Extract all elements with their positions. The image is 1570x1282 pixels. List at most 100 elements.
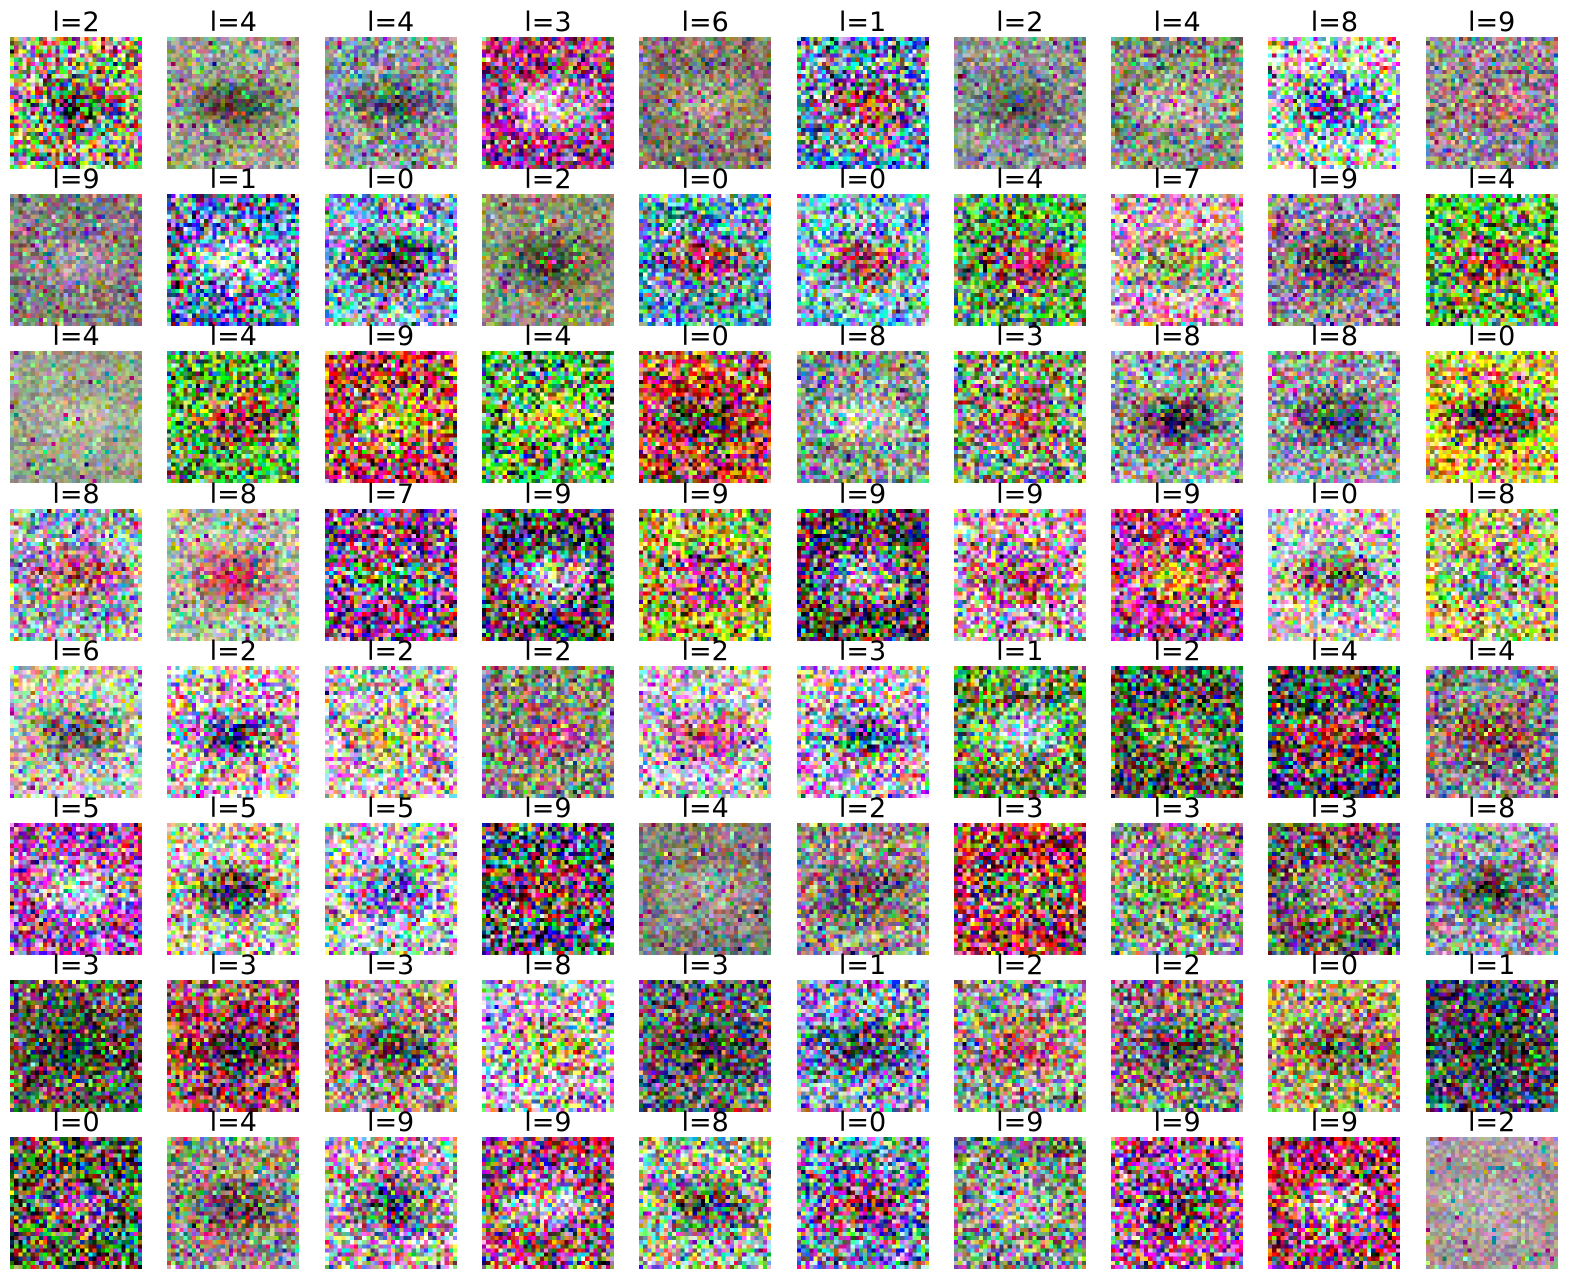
thumbnail-label: l=1 [209, 164, 257, 196]
thumbnail-image [1268, 37, 1401, 169]
thumbnail-image [639, 508, 772, 641]
thumbnail-cell: l=3 [167, 949, 300, 1113]
thumbnail-image [1111, 351, 1244, 484]
thumbnail-label: l=3 [996, 321, 1044, 353]
thumbnail-label: l=1 [838, 7, 887, 38]
thumbnail-label: l=2 [524, 635, 572, 667]
thumbnail-image [953, 980, 1086, 1113]
thumbnail-cell: l=8 [1425, 792, 1558, 955]
thumbnail-cell: l=4 [167, 6, 300, 169]
thumbnail-image [324, 351, 457, 484]
thumbnail-cell: l=4 [953, 163, 1086, 327]
thumbnail-image [481, 194, 614, 327]
thumbnail-cell: l=8 [167, 478, 300, 641]
thumbnail-cell: l=4 [639, 792, 772, 955]
thumbnail-image [953, 194, 1086, 327]
thumbnail-label: l=9 [524, 478, 572, 510]
thumbnail-label: l=9 [996, 1107, 1044, 1139]
thumbnail-label: l=2 [52, 7, 100, 38]
thumbnail-cell: l=0 [324, 163, 457, 327]
thumbnail-label: l=8 [1310, 321, 1359, 353]
thumbnail-label: l=4 [209, 7, 257, 38]
thumbnail-cell: l=2 [481, 163, 614, 327]
thumbnail-image [10, 980, 142, 1113]
thumbnail-image [796, 508, 929, 641]
thumbnail-image [1111, 37, 1244, 169]
thumbnail-label: l=8 [524, 950, 572, 982]
thumbnail-cell: l=4 [324, 6, 457, 169]
thumbnail-cell: l=8 [1425, 478, 1558, 641]
thumbnail-label: l=9 [524, 793, 572, 824]
thumbnail-image [1268, 823, 1401, 955]
thumbnail-label: l=2 [996, 7, 1044, 38]
thumbnail-label: l=0 [838, 1107, 887, 1139]
thumbnail-image [796, 823, 929, 955]
thumbnail-image [639, 665, 772, 798]
thumbnail-cell: l=5 [324, 792, 457, 955]
thumbnail-image [1111, 823, 1244, 955]
thumbnail-label: l=1 [838, 950, 887, 982]
thumbnail-cell: l=4 [1111, 6, 1244, 169]
thumbnail-image [167, 665, 300, 798]
thumbnail-image [167, 508, 300, 641]
thumbnail-label: l=9 [366, 321, 415, 353]
thumbnail-cell: l=0 [1425, 320, 1558, 484]
thumbnail-image [1425, 823, 1558, 955]
thumbnail-image [10, 37, 142, 169]
thumbnail-label: l=5 [366, 793, 415, 824]
thumbnail-cell: l=3 [324, 949, 457, 1113]
thumbnail-image [796, 37, 929, 169]
thumbnail-cell: l=8 [639, 1106, 772, 1270]
thumbnail-label: l=2 [996, 950, 1044, 982]
thumbnail-cell: l=4 [167, 320, 300, 484]
thumbnail-label: l=9 [996, 478, 1044, 510]
thumbnail-label: l=4 [681, 793, 729, 824]
thumbnail-label: l=9 [1310, 1107, 1359, 1139]
thumbnail-cell: l=2 [639, 635, 772, 798]
thumbnail-cell: l=0 [796, 163, 929, 327]
thumbnail-image [167, 37, 300, 169]
thumbnail-label: l=4 [1468, 164, 1516, 196]
thumbnail-cell: l=2 [1425, 1106, 1558, 1270]
thumbnail-label: l=3 [366, 950, 415, 982]
thumbnail-cell: l=9 [1268, 163, 1401, 327]
thumbnail-label: l=2 [366, 635, 415, 667]
thumbnail-cell: l=0 [1268, 478, 1401, 641]
thumbnail-label: l=4 [209, 1107, 257, 1139]
thumbnail-label: l=0 [681, 321, 729, 353]
thumbnail-image [1268, 1137, 1401, 1270]
thumbnail-cell: l=1 [796, 949, 929, 1113]
thumbnail-label: l=3 [996, 793, 1044, 824]
thumbnail-cell: l=0 [639, 163, 772, 327]
thumbnail-cell: l=8 [1111, 320, 1244, 484]
thumbnail-label: l=8 [1468, 478, 1516, 510]
thumbnail-cell: l=5 [167, 792, 300, 955]
thumbnail-image [10, 823, 142, 955]
thumbnail-cell: l=7 [1111, 163, 1244, 327]
thumbnail-image [1111, 508, 1244, 641]
thumbnail-label: l=1 [996, 635, 1044, 667]
thumbnail-cell: l=3 [639, 949, 772, 1113]
thumbnail-label: l=8 [681, 1107, 729, 1139]
thumbnail-image [167, 823, 300, 955]
thumbnail-label: l=8 [1153, 321, 1201, 353]
thumbnail-image [10, 194, 142, 327]
thumbnail-image [481, 980, 614, 1113]
thumbnail-label: l=6 [52, 635, 100, 667]
thumbnail-label: l=3 [524, 7, 572, 38]
thumbnail-label: l=9 [681, 478, 729, 510]
thumbnail-cell: l=9 [953, 478, 1086, 641]
thumbnail-label: l=0 [681, 164, 729, 196]
thumbnail-cell: l=4 [1425, 163, 1558, 327]
thumbnail-label: l=1 [1468, 950, 1516, 982]
thumbnail-label: l=2 [1468, 1107, 1516, 1139]
thumbnail-label: l=8 [1468, 793, 1516, 824]
thumbnail-cell: l=9 [1111, 1106, 1244, 1270]
thumbnail-image [167, 351, 300, 484]
thumbnail-image [10, 351, 142, 484]
thumbnail-image [953, 351, 1086, 484]
thumbnail-cell: l=3 [481, 6, 614, 169]
thumbnail-label: l=0 [838, 164, 887, 196]
thumbnail-label: l=0 [1310, 478, 1359, 510]
thumbnail-cell: l=1 [796, 6, 929, 169]
